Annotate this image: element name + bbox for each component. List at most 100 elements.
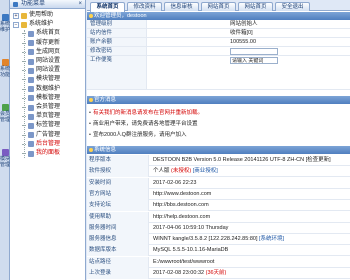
- notice-section-header: 官方消息: [87, 96, 350, 104]
- info-link[interactable]: [系统环境]: [259, 236, 284, 242]
- notice-item[interactable]: • 商业用户带来，请免费请各地管理平台设置: [89, 119, 197, 127]
- tab-0[interactable]: 系统首页: [90, 2, 125, 12]
- sysinfo-label: 程序版本: [87, 155, 149, 166]
- sysinfo-row: 软件授权 个人版 (未授权) [商业授权]: [87, 166, 350, 178]
- tab-2[interactable]: 信息审核: [164, 2, 199, 11]
- password-input[interactable]: [230, 48, 278, 55]
- sysinfo-label: 使用帮助: [87, 211, 149, 223]
- sidebar-item[interactable]: 会员管理: [22, 103, 60, 112]
- sidebar-item[interactable]: 后台管理: [22, 140, 60, 149]
- sysinfo-label: 安装时间: [87, 177, 149, 189]
- tree-branch: [22, 42, 26, 44]
- sysinfo-section-title: 系统信息: [94, 147, 117, 153]
- sidebar-item-label: 网站设置: [36, 67, 61, 74]
- sysinfo-row: 安装时间 2017-02-06 22:23: [87, 177, 350, 189]
- vertical-tab-label: 模块管理: [0, 156, 11, 168]
- sidebar-item[interactable]: − 系统维护: [13, 20, 53, 29]
- page-icon: [28, 86, 34, 93]
- vertical-tab-0[interactable]: 系统维护: [0, 14, 10, 33]
- sidebar-item[interactable]: + 使用帮助: [13, 11, 53, 20]
- sysinfo-text: 2017-04-06 10:59:10 Thursday: [153, 224, 229, 231]
- sysinfo-row: 支持论坛 http://bbs.destoon.com: [87, 200, 350, 212]
- sidebar-item[interactable]: 模板管理: [22, 94, 60, 103]
- sidebar-item[interactable]: 模块管理: [22, 75, 60, 84]
- page-icon: [28, 40, 34, 47]
- sysinfo-text: DESTOON B2B Version 5.0 Release 20141126…: [153, 157, 331, 163]
- admin-row: 站内信件 收件箱[0]: [87, 29, 350, 38]
- notice-item[interactable]: • 有关我们的新消息请发布在官网并重新加载。: [89, 108, 203, 116]
- folder-icon: [21, 12, 27, 19]
- tab-5[interactable]: 安全退出: [275, 2, 310, 11]
- sysinfo-value: MySQL 5.5.5-10.1.16-MariaDB: [153, 245, 228, 256]
- sidebar-header: 功能菜单 ×: [10, 0, 85, 9]
- sidebar-item[interactable]: 数据维护: [22, 85, 60, 94]
- sysinfo-label: 数据库版本: [87, 245, 149, 257]
- close-icon[interactable]: ×: [78, 0, 82, 9]
- bullet-icon: •: [89, 110, 91, 116]
- tree-branch: [22, 143, 26, 145]
- sysinfo-text: (未授权): [171, 168, 192, 175]
- vertical-tab-label: 系统功能: [0, 66, 11, 78]
- sidebar-item[interactable]: 缓存更新: [22, 39, 60, 48]
- tree-branch: [22, 70, 26, 72]
- sidebar-item-label: 系统首页: [36, 30, 61, 37]
- sidebar-item-label: 使用帮助: [29, 12, 54, 18]
- page-icon: [28, 76, 34, 83]
- sidebar-item[interactable]: 系统首页: [22, 29, 60, 38]
- sysinfo-text: http://www.destoon.com: [153, 190, 212, 197]
- sidebar-item[interactable]: 网站设置: [22, 57, 60, 66]
- info-icon: [89, 98, 93, 102]
- sysinfo-row: 使用帮助 http://help.destoon.com: [87, 211, 350, 223]
- page-icon: [28, 104, 34, 111]
- page-icon: [28, 49, 34, 56]
- tree-branch: [22, 79, 26, 81]
- notice-item[interactable]: • 宣布2000人Q群注册服务，请用户加入: [89, 130, 186, 138]
- tree-branch: [22, 97, 26, 99]
- sysinfo-value: http://bbs.destoon.com: [153, 200, 209, 211]
- bullet-icon: •: [89, 132, 91, 138]
- notice-text: 有关我们的新消息请发布在官网并重新加载。: [92, 110, 203, 116]
- module-icon: [1, 59, 9, 66]
- tab-3[interactable]: 网站首页: [201, 2, 236, 11]
- sidebar-item[interactable]: 广告管理: [22, 131, 60, 140]
- tree-branch: [22, 33, 26, 35]
- sidebar: 功能菜单 × + 使用帮助 − 系统维护 系统首页 缓存更新 生成网页 网站设置 网站设置 模块管…: [10, 0, 86, 280]
- tree-branch: [22, 125, 26, 127]
- page-icon: [28, 67, 34, 74]
- sidebar-item-label: 标签管理: [36, 122, 61, 129]
- sidebar-item[interactable]: 标签管理: [22, 121, 60, 130]
- admin-row-value[interactable]: 收件箱[0]: [230, 29, 253, 38]
- notice-text: 商业用户带来，请免费请各地管理平台设置: [92, 121, 198, 127]
- vertical-tab-1[interactable]: 系统功能: [0, 59, 10, 78]
- sidebar-item[interactable]: 网站设置: [22, 66, 60, 75]
- vertical-tab-3[interactable]: 模块管理: [0, 149, 10, 168]
- memo-input[interactable]: [230, 57, 278, 64]
- sysinfo-text: WINNT kangle/3.5.8.2 [122.228.242.85:80]: [153, 236, 259, 243]
- sysinfo-row: 服务器时间 2017-04-06 10:59:10 Thursday: [87, 222, 350, 234]
- sysinfo-text: http://bbs.destoon.com: [153, 202, 209, 209]
- tree-branch: [22, 61, 26, 62]
- notice-text: 宣布2000人Q群注册服务，请用户加入: [92, 132, 187, 138]
- tab-1[interactable]: 修改资料: [127, 2, 162, 11]
- folder-icon: [21, 21, 27, 28]
- sidebar-title: 功能菜单: [21, 1, 46, 7]
- vertical-tab-2[interactable]: 会员管理: [0, 104, 10, 123]
- sysinfo-value: E:/wwwroot/test/wwwroot: [153, 257, 214, 268]
- admin-row-label: 管理级别: [87, 20, 147, 28]
- info-icon: [89, 148, 93, 152]
- expand-icon[interactable]: +: [13, 12, 19, 19]
- sidebar-item[interactable]: 单页管理: [22, 112, 60, 121]
- collapse-icon[interactable]: −: [13, 21, 19, 28]
- module-icon: [1, 149, 9, 156]
- tree-branch: [22, 107, 26, 108]
- sidebar-item[interactable]: 生成网页: [22, 48, 60, 57]
- sidebar-item[interactable]: 我的面板: [22, 149, 60, 158]
- sysinfo-row: 上次登录 2017-02-08 23:00:32 (36天前): [87, 268, 350, 279]
- sysinfo-value: 2017-02-08 23:00:32 (36天前): [153, 268, 226, 279]
- info-link[interactable]: [商业授权]: [191, 168, 218, 174]
- sysinfo-text: 2017-02-08 23:00:32: [153, 270, 206, 276]
- tab-4[interactable]: 网站首页: [238, 2, 273, 11]
- sidebar-item-label: 我的面板: [36, 150, 61, 156]
- sysinfo-value: 2017-04-06 10:59:10 Thursday: [153, 223, 228, 234]
- tab-bar: 系统首页 修改资料 信息审核 网站首页 网站首页 安全退出: [87, 0, 350, 12]
